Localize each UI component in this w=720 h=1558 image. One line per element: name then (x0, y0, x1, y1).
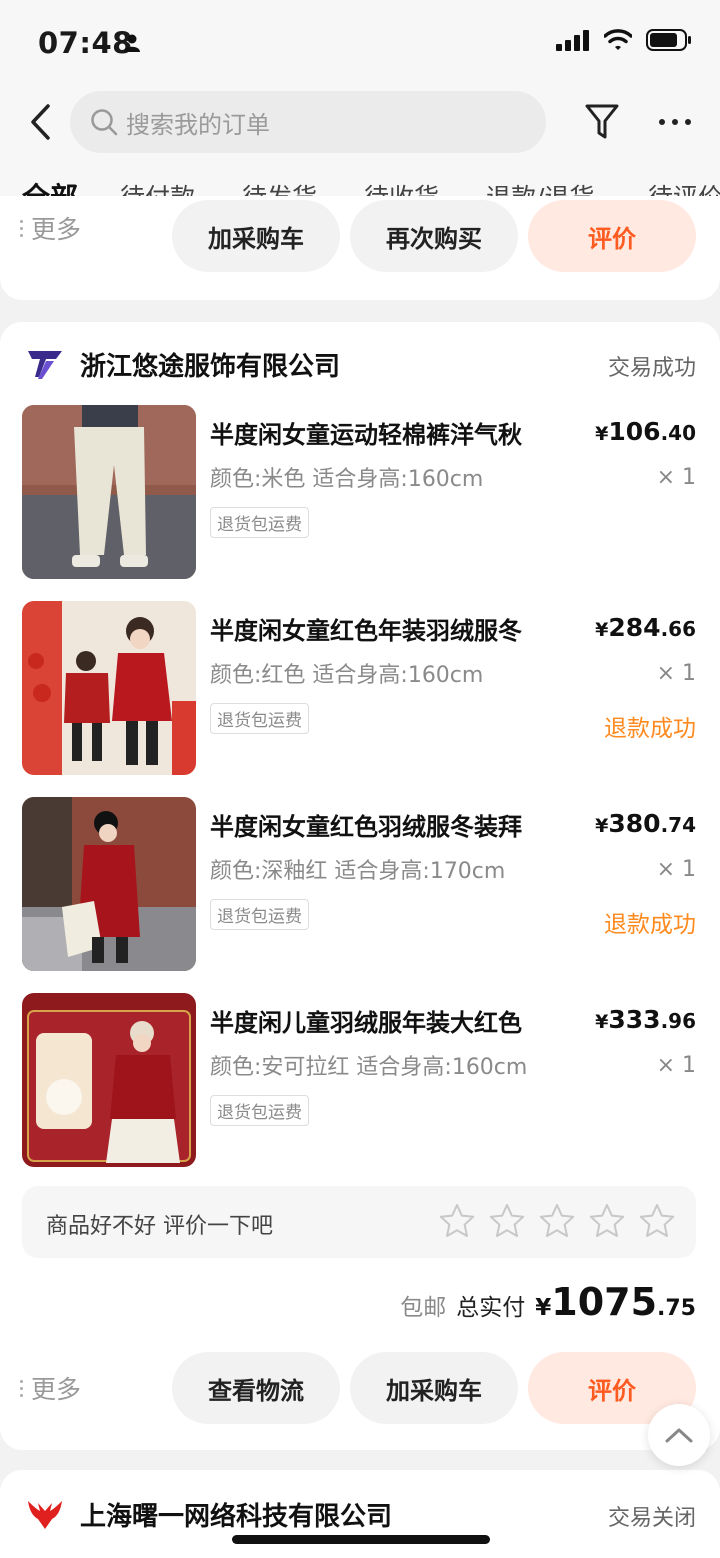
more-link[interactable]: 更多 (20, 1370, 81, 1406)
star-icon[interactable] (638, 1202, 676, 1240)
return-shipping-badge: 退货包运费 (210, 703, 309, 734)
product-price: ¥380.74 (595, 809, 696, 838)
order-card-next: 上海曙一网络科技有限公司 交易关闭 (0, 1470, 720, 1558)
filter-button[interactable] (582, 100, 622, 144)
product-price: ¥106.40 (595, 417, 696, 446)
product-quantity: × 1 (656, 1053, 696, 1078)
shop-name: 上海曙一网络科技有限公司 (80, 1501, 393, 1532)
signal-icon (556, 30, 589, 51)
rating-stars (438, 1202, 676, 1240)
more-label: 更多 (31, 215, 82, 244)
refund-status: 退款成功 (604, 912, 696, 938)
product-spec: 颜色:红色 适合身高:160cm (210, 663, 484, 688)
free-shipping-label: 包邮 (400, 1295, 447, 1321)
status-bar: 07:48 (0, 0, 720, 86)
home-indicator (232, 1535, 490, 1544)
star-icon[interactable] (438, 1202, 476, 1240)
chevron-left-icon (31, 104, 50, 140)
star-icon[interactable] (538, 1202, 576, 1240)
product-quantity: × 1 (656, 661, 696, 686)
product-title: 半度闲儿童羽绒服年装大红色 (210, 1009, 522, 1037)
search-placeholder: 搜索我的订单 (126, 110, 270, 139)
order-status: 交易成功 (607, 356, 696, 381)
product-title: 半度闲女童红色羽绒服冬装拜 (210, 813, 522, 841)
order-card: 浙江悠途服饰有限公司 交易成功 半度闲女童运动轻棉裤洋气秋 颜色:米色 适合身高… (0, 322, 720, 1450)
product-thumbnail[interactable] (22, 797, 196, 971)
order-item[interactable]: 半度闲女童红色羽绒服冬装拜 颜色:深釉红 适合身高:170cm 退货包运费 ¥3… (22, 797, 698, 971)
shop-name: 浙江悠途服饰有限公司 (80, 351, 341, 382)
scroll-to-top-button[interactable] (648, 1404, 710, 1466)
order-actions: 更多 加采购车 再次购买 评价 (0, 196, 720, 272)
order-item[interactable]: 半度闲女童红色年装羽绒服冬 颜色:红色 适合身高:160cm 退货包运费 ¥28… (22, 601, 698, 775)
search-icon (91, 109, 118, 136)
product-title: 半度闲女童运动轻棉裤洋气秋 (210, 421, 522, 449)
product-spec: 颜色:深釉红 适合身高:170cm (210, 859, 506, 884)
chevron-up-icon (665, 1428, 693, 1443)
return-shipping-badge: 退货包运费 (210, 899, 309, 930)
total-paid-label: 总实付 (456, 1295, 526, 1321)
buy-again-button[interactable]: 再次购买 (350, 200, 518, 272)
order-card-previous: 更多 加采购车 再次购买 评价 (0, 196, 720, 300)
rating-prompt-text: 商品好不好 评价一下吧 (46, 1214, 273, 1239)
track-shipment-button[interactable]: 查看物流 (172, 1352, 340, 1424)
order-item[interactable]: 半度闲女童运动轻棉裤洋气秋 颜色:米色 适合身高:160cm 退货包运费 ¥10… (22, 405, 698, 579)
product-spec: 颜色:安可拉红 适合身高:160cm (210, 1055, 528, 1080)
star-icon[interactable] (488, 1202, 526, 1240)
refund-status: 退款成功 (604, 716, 696, 742)
order-status: 交易关闭 (607, 1506, 696, 1531)
dot-icon (672, 119, 678, 125)
back-button[interactable] (22, 100, 58, 144)
order-actions: 更多 查看物流 加采购车 评价 (0, 1352, 720, 1426)
product-spec: 颜色:米色 适合身高:160cm (210, 467, 484, 492)
product-thumbnail[interactable] (22, 405, 196, 579)
more-label: 更多 (31, 1375, 82, 1404)
dot-icon (685, 119, 691, 125)
more-link[interactable]: 更多 (20, 210, 81, 246)
shop-logo (26, 1496, 64, 1532)
product-quantity: × 1 (656, 465, 696, 490)
product-thumbnail[interactable] (22, 993, 196, 1167)
shop-header[interactable]: 浙江悠途服饰有限公司 交易成功 (26, 342, 696, 386)
more-dots-icon (20, 1379, 23, 1397)
order-item[interactable]: 半度闲儿童羽绒服年装大红色 颜色:安可拉红 适合身高:160cm 退货包运费 ¥… (22, 993, 698, 1167)
shop-logo (26, 346, 64, 382)
total-paid-amount: ¥1075.75 (535, 1280, 696, 1324)
review-button[interactable]: 评价 (528, 200, 696, 272)
person-icon (124, 34, 140, 52)
return-shipping-badge: 退货包运费 (210, 507, 309, 538)
more-options-button[interactable] (652, 108, 698, 136)
battery-icon (646, 29, 691, 51)
return-shipping-badge: 退货包运费 (210, 1095, 309, 1126)
product-quantity: × 1 (656, 857, 696, 882)
add-to-cart-button[interactable]: 加采购车 (350, 1352, 518, 1424)
filter-icon (585, 104, 619, 139)
wifi-icon (604, 29, 632, 50)
more-dots-icon (20, 219, 23, 237)
product-title: 半度闲女童红色年装羽绒服冬 (210, 617, 522, 645)
order-total: 包邮 总实付 ¥1075.75 (400, 1280, 696, 1324)
status-time: 07:48 (38, 26, 133, 60)
star-icon[interactable] (588, 1202, 626, 1240)
product-price: ¥333.96 (595, 1005, 696, 1034)
search-input[interactable]: 搜索我的订单 (70, 91, 546, 153)
dot-icon (659, 119, 665, 125)
add-to-cart-button[interactable]: 加采购车 (172, 200, 340, 272)
product-thumbnail[interactable] (22, 601, 196, 775)
rating-prompt: 商品好不好 评价一下吧 (22, 1186, 696, 1258)
shop-header[interactable]: 上海曙一网络科技有限公司 交易关闭 (26, 1492, 696, 1536)
product-price: ¥284.66 (595, 613, 696, 642)
